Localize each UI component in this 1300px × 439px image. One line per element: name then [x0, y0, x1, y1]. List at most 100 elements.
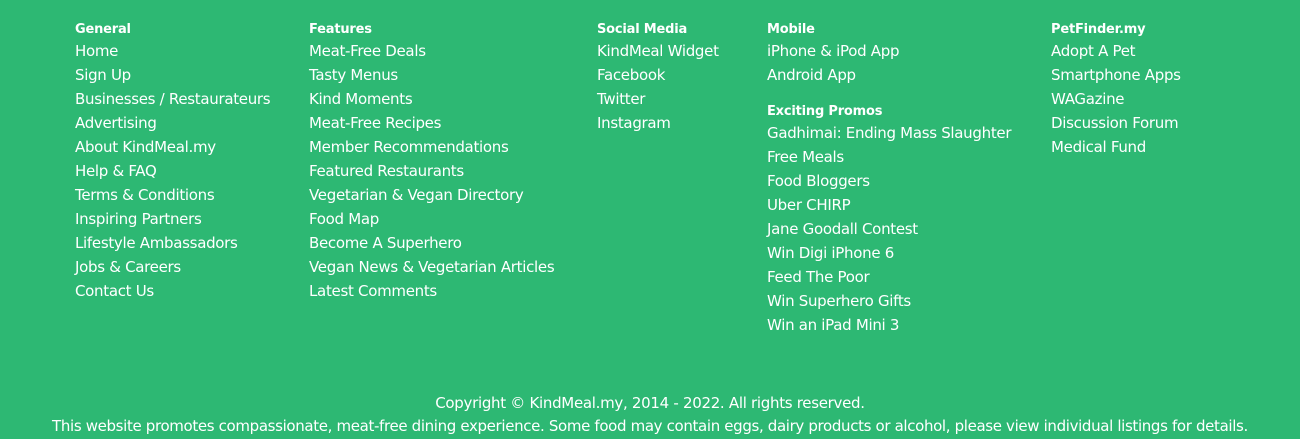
list-item: Food Bloggers [767, 169, 1011, 193]
link-list-promos: Gadhimai: Ending Mass Slaughter Free Meal… [767, 121, 1012, 337]
features-link-9[interactable]: Vegan News & Vegetarian Articles [309, 258, 555, 276]
petfinder-link-3[interactable]: Discussion Forum [1051, 114, 1179, 132]
general-link-1[interactable]: Sign Up [75, 66, 131, 84]
list-item: Tasty Menus [309, 63, 554, 87]
list-item: Win an iPad Mini 3 [767, 313, 1011, 337]
link-list-petfinder: Adopt A Pet Smartphone Apps WAGazine Discus… [1051, 39, 1181, 159]
list-item: Discussion Forum [1051, 111, 1181, 135]
column-heading-mobile: Mobile [767, 22, 815, 37]
general-link-0[interactable]: Home [75, 42, 118, 60]
list-item: Free Meals [767, 145, 1011, 169]
list-item: KindMeal Widget [597, 39, 719, 63]
features-link-0[interactable]: Meat-Free Deals [309, 42, 426, 60]
list-item: Android App [767, 63, 1011, 87]
list-item: Become A Superhero [309, 231, 554, 255]
list-item: Twitter [597, 87, 719, 111]
list-item: Vegan News & Vegetarian Articles [309, 255, 555, 279]
list-item: Meat-Free Deals [309, 39, 554, 63]
general-link-3[interactable]: Advertising [75, 114, 157, 132]
features-link-10[interactable]: Latest Comments [309, 282, 437, 300]
link-list-social: KindMeal Widget Facebook Twitter Instagram [597, 39, 719, 135]
list-item: Sign Up [75, 63, 270, 87]
mobile-link-1[interactable]: Android App [767, 66, 856, 84]
petfinder-link-4[interactable]: Medical Fund [1051, 138, 1146, 156]
list-item: Win Superhero Gifts [767, 289, 1011, 313]
promos-link-1[interactable]: Free Meals [767, 148, 844, 166]
list-item: Kind Moments [309, 87, 554, 111]
footer-column-features: Features Meat-Free Deals Tasty Menus Kind … [309, 21, 555, 303]
social-link-3[interactable]: Instagram [597, 114, 671, 132]
list-item: Advertising [75, 111, 270, 135]
column-heading-social: Social Media [597, 22, 688, 37]
footer-column-petfinder: PetFinder.my Adopt A Pet Smartphone Apps W… [1051, 21, 1181, 159]
list-item: WAGazine [1051, 87, 1181, 111]
column-heading-petfinder: PetFinder.my [1051, 22, 1146, 37]
list-item: Inspiring Partners [75, 207, 270, 231]
list-item: Latest Comments [309, 279, 554, 303]
list-item: Home [75, 39, 270, 63]
list-item: Member Recommendations [309, 135, 554, 159]
general-link-9[interactable]: Jobs & Careers [75, 258, 181, 276]
list-item: Adopt A Pet [1051, 39, 1181, 63]
general-link-7[interactable]: Inspiring Partners [75, 210, 202, 228]
promos-link-3[interactable]: Uber CHIRP [767, 196, 851, 214]
petfinder-link-0[interactable]: Adopt A Pet [1051, 42, 1136, 60]
features-link-6[interactable]: Vegetarian & Vegan Directory [309, 186, 524, 204]
link-list-general: Home Sign Up Businesses / Restaurateurs Adv… [75, 39, 271, 303]
list-item: Featured Restaurants [309, 159, 554, 183]
general-link-10[interactable]: Contact Us [75, 282, 154, 300]
column-heading-features: Features [309, 22, 372, 37]
list-item: Smartphone Apps [1051, 63, 1181, 87]
promos-link-8[interactable]: Win an iPad Mini 3 [767, 316, 899, 334]
features-link-2[interactable]: Kind Moments [309, 90, 413, 108]
promos-link-5[interactable]: Win Digi iPhone 6 [767, 244, 894, 262]
list-item: Lifestyle Ambassadors [75, 231, 270, 255]
petfinder-link-2[interactable]: WAGazine [1051, 90, 1125, 108]
features-link-1[interactable]: Tasty Menus [309, 66, 398, 84]
list-item: Terms & Conditions [75, 183, 270, 207]
footer-column-mobile: Mobile iPhone & iPod App Android App Exci… [767, 21, 1012, 337]
list-item: Contact Us [75, 279, 270, 303]
list-item: Businesses / Restaurateurs [75, 87, 271, 111]
footer-column-social: Social Media KindMeal Widget Facebook Twit… [597, 21, 719, 135]
social-link-2[interactable]: Twitter [597, 90, 645, 108]
general-link-6[interactable]: Terms & Conditions [75, 186, 215, 204]
list-item: Uber CHIRP [767, 193, 1011, 217]
list-item: Vegetarian & Vegan Directory [309, 183, 554, 207]
promos-link-4[interactable]: Jane Goodall Contest [767, 220, 918, 238]
features-link-4[interactable]: Member Recommendations [309, 138, 509, 156]
copyright-text: Copyright © KindMeal.my, 2014 - 2022. Al… [435, 394, 865, 412]
general-link-4[interactable]: About KindMeal.my [75, 138, 216, 156]
petfinder-link-1[interactable]: Smartphone Apps [1051, 66, 1181, 84]
features-link-7[interactable]: Food Map [309, 210, 379, 228]
features-link-8[interactable]: Become A Superhero [309, 234, 462, 252]
social-link-1[interactable]: Facebook [597, 66, 665, 84]
list-item: Jobs & Careers [75, 255, 270, 279]
list-item: Medical Fund [1051, 135, 1181, 159]
social-link-0[interactable]: KindMeal Widget [597, 42, 719, 60]
list-item: Food Map [309, 207, 554, 231]
list-item: Help & FAQ [75, 159, 270, 183]
list-item: Gadhimai: Ending Mass Slaughter [767, 121, 1012, 145]
link-list-features: Meat-Free Deals Tasty Menus Kind Moments Me… [309, 39, 555, 303]
list-item: Feed The Poor [767, 265, 1011, 289]
list-item: Jane Goodall Contest [767, 217, 1011, 241]
mobile-link-0[interactable]: iPhone & iPod App [767, 42, 900, 60]
promos-link-6[interactable]: Feed The Poor [767, 268, 870, 286]
features-link-3[interactable]: Meat-Free Recipes [309, 114, 441, 132]
general-link-2[interactable]: Businesses / Restaurateurs [75, 90, 271, 108]
list-item: iPhone & iPod App [767, 39, 1011, 63]
link-list-mobile: iPhone & iPod App Android App [767, 39, 1011, 87]
features-link-5[interactable]: Featured Restaurants [309, 162, 464, 180]
footer-column-general: General Home Sign Up Businesses / Restaura… [75, 21, 271, 303]
column-heading-general: General [75, 22, 131, 37]
promos-link-2[interactable]: Food Bloggers [767, 172, 870, 190]
list-item: Instagram [597, 111, 719, 135]
disclaimer-text: This website promotes compassionate, mea… [52, 417, 1248, 435]
general-link-5[interactable]: Help & FAQ [75, 162, 157, 180]
list-item: Meat-Free Recipes [309, 111, 554, 135]
promos-link-0[interactable]: Gadhimai: Ending Mass Slaughter [767, 124, 1012, 142]
list-item: About KindMeal.my [75, 135, 270, 159]
general-link-8[interactable]: Lifestyle Ambassadors [75, 234, 238, 252]
promos-link-7[interactable]: Win Superhero Gifts [767, 292, 911, 310]
